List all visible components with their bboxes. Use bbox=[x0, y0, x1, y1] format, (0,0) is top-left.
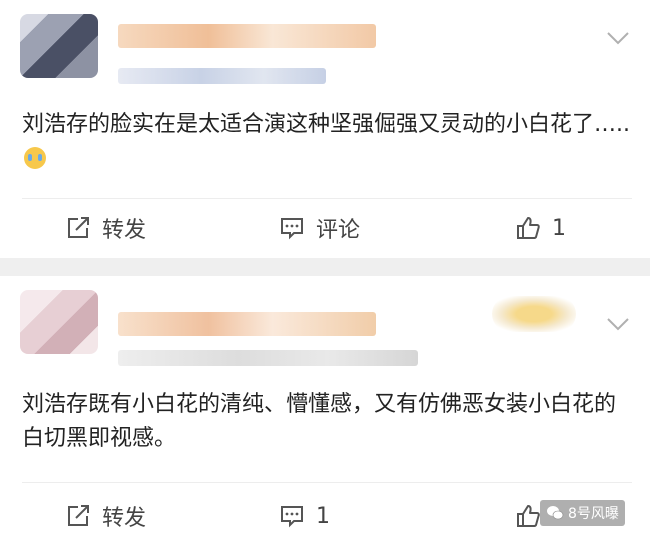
like-count: 1 bbox=[552, 215, 566, 241]
repost-label: 转发 bbox=[102, 218, 147, 243]
post-separator bbox=[0, 258, 650, 276]
post-text: 刘浩存既有小白花的清纯、懵懂感，又有仿佛恶女装小白花的白切黑即视感。 bbox=[22, 392, 617, 451]
comment-icon bbox=[281, 506, 303, 528]
chevron-down-icon[interactable] bbox=[604, 310, 632, 338]
thumbs-up-icon bbox=[517, 505, 540, 527]
comment-icon bbox=[281, 218, 303, 240]
avatar[interactable] bbox=[20, 290, 98, 354]
post-text: 刘浩存的脸实在是太适合演这种坚强倔强又灵动的小白花了….. bbox=[22, 108, 632, 176]
divider bbox=[22, 482, 632, 483]
username-blurred[interactable] bbox=[118, 24, 376, 48]
action-bar: 转发 评论 1 bbox=[0, 208, 650, 248]
post-meta-blurred bbox=[118, 350, 418, 366]
chevron-down-icon[interactable] bbox=[604, 24, 632, 52]
comment-button[interactable]: 1 bbox=[278, 496, 330, 536]
post-meta-blurred bbox=[118, 68, 326, 84]
like-button[interactable]: 1 bbox=[514, 208, 566, 248]
badge-decoration bbox=[492, 296, 576, 332]
thumbs-up-icon bbox=[517, 217, 540, 239]
divider bbox=[22, 198, 632, 199]
watermark-text: 8号风曝 bbox=[568, 506, 619, 522]
comment-count: 1 bbox=[316, 503, 330, 529]
repost-button[interactable]: 转发 bbox=[64, 496, 146, 536]
watermark: 8号风曝 bbox=[540, 500, 625, 526]
repost-icon bbox=[68, 505, 89, 526]
weibo-post: 刘浩存的脸实在是太适合演这种坚强倔强又灵动的小白花了….. 转发 评论 1 bbox=[0, 0, 650, 258]
repost-label: 转发 bbox=[102, 506, 147, 531]
repost-icon bbox=[68, 217, 89, 238]
avatar[interactable] bbox=[20, 14, 98, 78]
username-blurred[interactable] bbox=[118, 312, 376, 336]
crying-face-icon bbox=[24, 147, 46, 169]
comment-button[interactable]: 评论 bbox=[278, 208, 360, 248]
comment-label: 评论 bbox=[316, 218, 361, 243]
wechat-icon bbox=[547, 506, 564, 520]
repost-button[interactable]: 转发 bbox=[64, 208, 146, 248]
